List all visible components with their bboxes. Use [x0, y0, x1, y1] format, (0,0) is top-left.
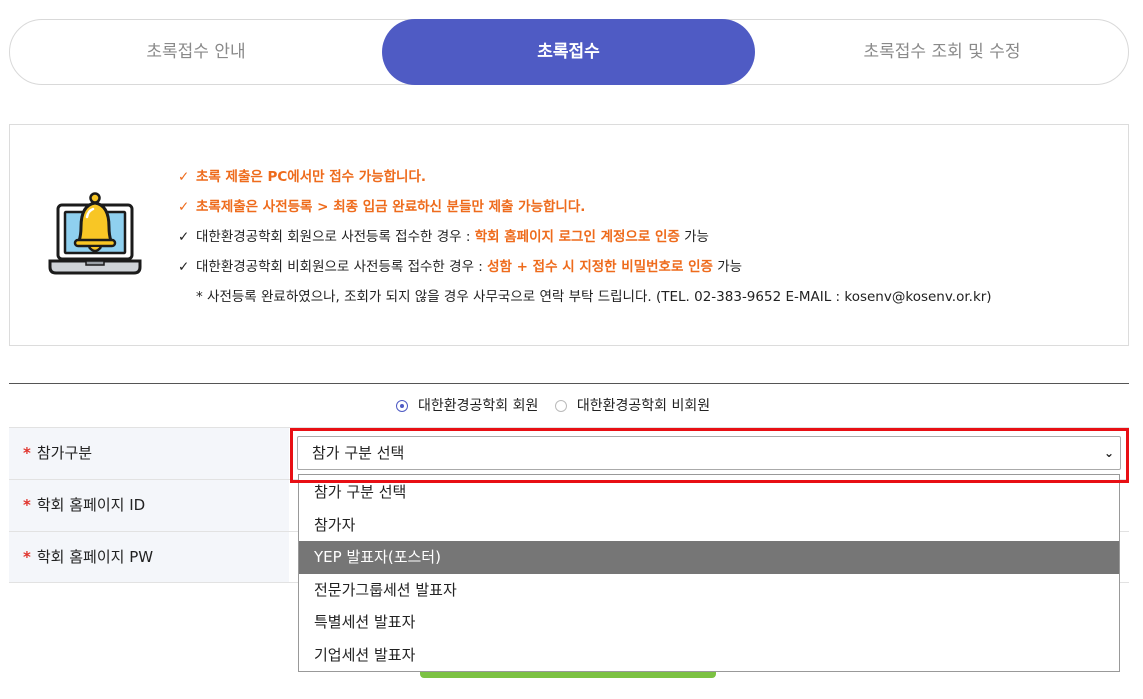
dropdown-option-highlighted[interactable]: YEP 발표자(포스터)	[299, 541, 1119, 574]
form-divider	[9, 383, 1129, 384]
check-icon: ✓	[178, 199, 190, 215]
check-icon: ✓	[178, 259, 190, 275]
tab-bar: 초록접수 안내 초록접수 초록접수 조회 및 수정	[9, 19, 1129, 85]
check-icon: ✓	[178, 169, 190, 185]
category-label: * 참가구분	[9, 428, 289, 479]
notice-contact: * 사전등록 완료하였으나, 조회가 되지 않을 경우 사무국으로 연락 부탁 …	[196, 289, 992, 305]
membership-radio-group: 대한환경공학회 회원 대한환경공학회 비회원	[396, 396, 710, 416]
category-select[interactable]: 참가 구분 선택 ⌄	[297, 436, 1121, 470]
category-dropdown: 참가 구분 선택 참가자 YEP 발표자(포스터) 전문가그룹세션 발표자 특별…	[298, 474, 1120, 672]
notice-line-nonmember: ✓ 대한환경공학회 비회원으로 사전등록 접수한 경우 : 성함 + 접수 시 지…	[178, 259, 743, 275]
id-label: * 학회 홈페이지 ID	[9, 480, 289, 531]
radio-member[interactable]: 대한환경공학회 회원	[396, 396, 538, 416]
submit-button[interactable]	[420, 672, 716, 678]
dropdown-option[interactable]: 기업세션 발표자	[299, 639, 1119, 671]
pw-label: * 학회 홈페이지 PW	[9, 532, 289, 582]
category-select-value: 참가 구분 선택	[312, 444, 405, 462]
radio-checked-icon[interactable]	[396, 400, 408, 412]
tab-abstract-guide[interactable]: 초록접수 안내	[10, 20, 382, 84]
notice-lines: ✓ 초록 제출은 PC에서만 접수 가능합니다. ✓ 초록제출은 사전등록 > 최종…	[178, 167, 992, 317]
tab-abstract-lookup[interactable]: 초록접수 조회 및 수정	[755, 20, 1129, 84]
dropdown-option[interactable]: 특별세션 발표자	[299, 606, 1119, 639]
laptop-bell-icon	[48, 192, 142, 275]
dropdown-option[interactable]: 참가 구분 선택	[299, 476, 1119, 509]
notice-box: ✓ 초록 제출은 PC에서만 접수 가능합니다. ✓ 초록제출은 사전등록 > 최종…	[9, 124, 1129, 346]
dropdown-option[interactable]: 참가자	[299, 509, 1119, 542]
check-icon: ✓	[178, 229, 190, 245]
radio-unchecked-icon[interactable]	[554, 400, 567, 412]
notice-line-prereg: ✓ 초록제출은 사전등록 > 최종 입금 완료하신 분들만 제출 가능합니다.	[178, 199, 586, 215]
tab-abstract-submit[interactable]: 초록접수	[382, 19, 755, 85]
radio-nonmember[interactable]: 대한환경공학회 비회원	[554, 396, 710, 416]
dropdown-option[interactable]: 전문가그룹세션 발표자	[299, 574, 1119, 607]
notice-line-member: ✓ 대한환경공학회 회원으로 사전등록 접수한 경우 : 학회 홈페이지 로그인 …	[178, 229, 709, 245]
chevron-down-icon[interactable]: ⌄	[1104, 437, 1114, 469]
notice-line-pc-only: ✓ 초록 제출은 PC에서만 접수 가능합니다.	[178, 169, 427, 185]
